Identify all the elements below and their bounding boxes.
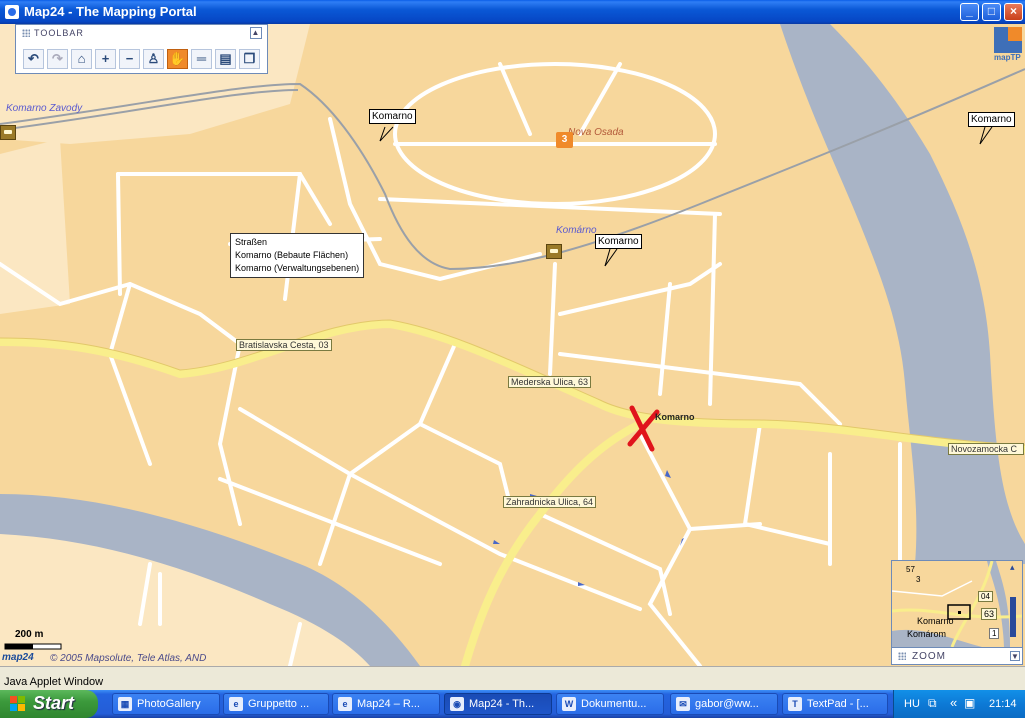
tooltip-line: Komarno (Bebaute Flächen)	[235, 250, 349, 260]
system-tray: HU ⧉ « ▣ 21:14	[893, 690, 1025, 718]
place-komarno: Komárno	[556, 225, 597, 236]
layer-tooltip: Straßen Komarno (Bebaute Flächen) Komarn…	[230, 233, 365, 278]
minimap-label: 57	[906, 565, 915, 574]
status-bar: Java Applet Window	[0, 666, 1025, 690]
redo-button[interactable]: ↷	[47, 49, 68, 69]
maptp-logo: mapTP	[994, 27, 1022, 62]
map-canvas[interactable]: Komarno Zavody Nova Osada Komárno Komarn…	[0, 24, 1025, 666]
road-label-novozamocka: Novozamocka C	[948, 443, 1024, 455]
taskbar: Start ▦ PhotoGallery e Gruppetto ... e Map2…	[0, 690, 1025, 718]
scale-bar	[4, 643, 62, 650]
zoom-panel-header[interactable]: ZOOM ▼	[891, 647, 1023, 665]
status-text: Java Applet Window	[4, 676, 104, 688]
route-number-badge: 3	[556, 132, 573, 148]
tooltip-line: Komarno (Verwaltungsebenen)	[235, 263, 360, 273]
taskbar-item[interactable]: T TextPad - [...	[782, 693, 888, 715]
start-label: Start	[33, 693, 75, 713]
minimap-label: 3	[916, 575, 921, 584]
copyright-text: © 2005 Mapsolute, Tele Atlas, AND	[50, 653, 207, 664]
road-label-mederska: Mederska Ulica, 63	[508, 376, 592, 388]
minimize-button[interactable]: _	[960, 3, 979, 21]
textpad-icon: T	[788, 697, 802, 711]
maximize-button[interactable]: □	[982, 3, 1001, 21]
taskbar-item[interactable]: ✉ gabor@ww...	[670, 693, 778, 715]
city-callout[interactable]: Komarno	[595, 234, 642, 249]
map-app-icon	[5, 5, 19, 19]
city-callout[interactable]: Komarno	[968, 112, 1015, 127]
toolbar-header[interactable]: TOOLBAR ▲	[16, 25, 267, 41]
minimap-plus-icon[interactable]: +	[1010, 630, 1018, 640]
taskbar-item[interactable]: W Dokumentu...	[556, 693, 664, 715]
minimap-label: 04	[978, 591, 993, 602]
road-label-bratislavska: Bratislavska Cesta, 03	[236, 339, 332, 351]
tooltip-line: Straßen	[235, 237, 268, 247]
clock[interactable]: 21:14	[989, 698, 1017, 710]
windows-logo-icon	[10, 696, 25, 711]
word-icon: W	[562, 697, 576, 711]
zoom-out-button[interactable]: −	[119, 49, 140, 69]
ie-icon: e	[338, 697, 352, 711]
app-icon: ▦	[118, 697, 132, 711]
person-button[interactable]: ♙	[143, 49, 164, 69]
zoom-title: ZOOM	[912, 651, 946, 662]
taskbar-item[interactable]: ▦ PhotoGallery	[112, 693, 220, 715]
map-icon: ◉	[450, 697, 464, 711]
map24-logo: map24	[2, 652, 34, 663]
print-button[interactable]: ▤	[215, 49, 236, 69]
toolbar-panel: TOOLBAR ▲ ↶ ↷ ⌂ + − ♙ ✋ ═ ▤ ❐	[15, 24, 268, 74]
city-callout[interactable]: Komarno	[369, 109, 416, 124]
brand-text: mapTP	[994, 53, 1021, 62]
window-button[interactable]: ❐	[239, 49, 260, 69]
measure-button[interactable]: ═	[191, 49, 212, 69]
expand-zoom-icon[interactable]: ▼	[1010, 651, 1020, 661]
grip-icon	[22, 29, 30, 37]
monitor-icon[interactable]: ▣	[964, 696, 975, 710]
taskbar-item[interactable]: e Map24 – R...	[332, 693, 440, 715]
train-station-icon[interactable]	[546, 244, 562, 259]
map-drawing	[0, 24, 1025, 666]
lock-button[interactable]: ⌂	[71, 49, 92, 69]
scale-label: 200 m	[15, 629, 44, 640]
window-title: Map24 - The Mapping Portal	[24, 4, 197, 19]
minimap-label: Komarno	[917, 616, 954, 626]
toolbar-title: TOOLBAR	[34, 28, 84, 38]
taskbar-item-active[interactable]: ◉ Map24 - Th...	[444, 693, 552, 715]
mail-icon: ✉	[676, 697, 690, 711]
train-station-icon[interactable]	[0, 125, 16, 140]
taskbar-item[interactable]: e Gruppetto ...	[223, 693, 329, 715]
close-button[interactable]: ×	[1004, 3, 1023, 21]
start-button[interactable]: Start	[0, 690, 98, 718]
pan-hand-button[interactable]: ✋	[167, 49, 188, 69]
language-indicator[interactable]: HU	[904, 698, 920, 710]
network-icon[interactable]: ⧉	[928, 696, 937, 711]
place-nova-osada: Nova Osada	[568, 127, 624, 138]
place-komarno-bold: Komarno	[655, 412, 695, 422]
minimap-label: 1	[989, 628, 1000, 639]
road-label-zahradnicka: Zahradnicka Ulica, 64	[503, 496, 597, 508]
minimap-scroll-up-icon[interactable]: ▴	[1010, 563, 1018, 572]
collapse-toolbar-icon[interactable]: ▲	[250, 27, 262, 39]
ie-icon: e	[229, 697, 243, 711]
place-komarno-zavody: Komarno Zavody	[6, 103, 83, 114]
minimap-label: 63	[981, 608, 998, 620]
zoom-in-button[interactable]: +	[95, 49, 116, 69]
tray-expand-icon[interactable]: «	[950, 695, 957, 710]
undo-button[interactable]: ↶	[23, 49, 44, 69]
grip-icon	[898, 652, 906, 660]
minimap-label: Komárom	[907, 629, 947, 639]
title-bar: Map24 - The Mapping Portal _ □ ×	[0, 0, 1025, 24]
